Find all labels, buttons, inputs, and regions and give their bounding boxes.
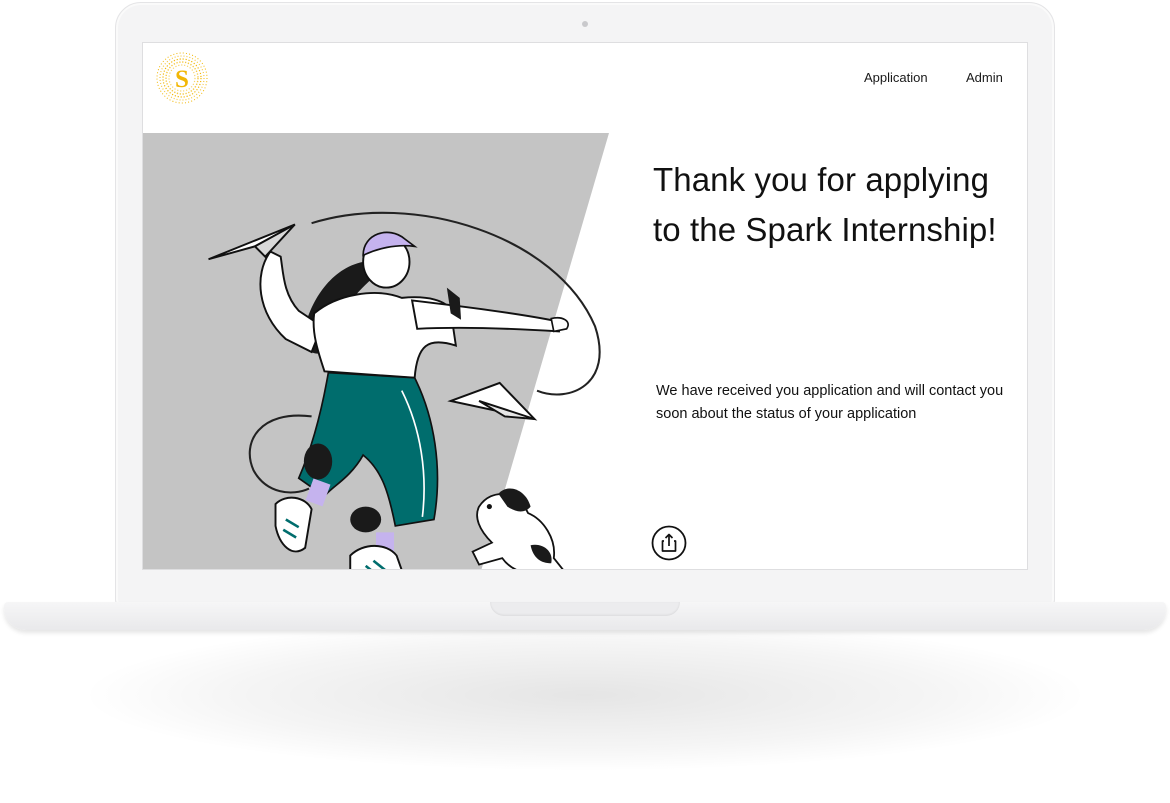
share-icon[interactable]	[651, 525, 687, 561]
logo-letter: S	[175, 66, 189, 93]
nav-application[interactable]: Application	[864, 70, 928, 85]
laptop-notch	[490, 602, 680, 616]
confirmation-message: We have received you application and wil…	[656, 383, 1004, 422]
nav-admin[interactable]: Admin	[966, 70, 1003, 85]
girl-and-dog-illustration	[208, 211, 601, 569]
app-screen: S Application Admin Thank you for applyi…	[142, 42, 1028, 570]
camera-dot	[582, 21, 588, 27]
laptop-shadow	[90, 620, 1080, 770]
spark-logo[interactable]: S	[155, 51, 209, 105]
page-title: Thank you for applying to the Spark Inte…	[653, 161, 997, 248]
